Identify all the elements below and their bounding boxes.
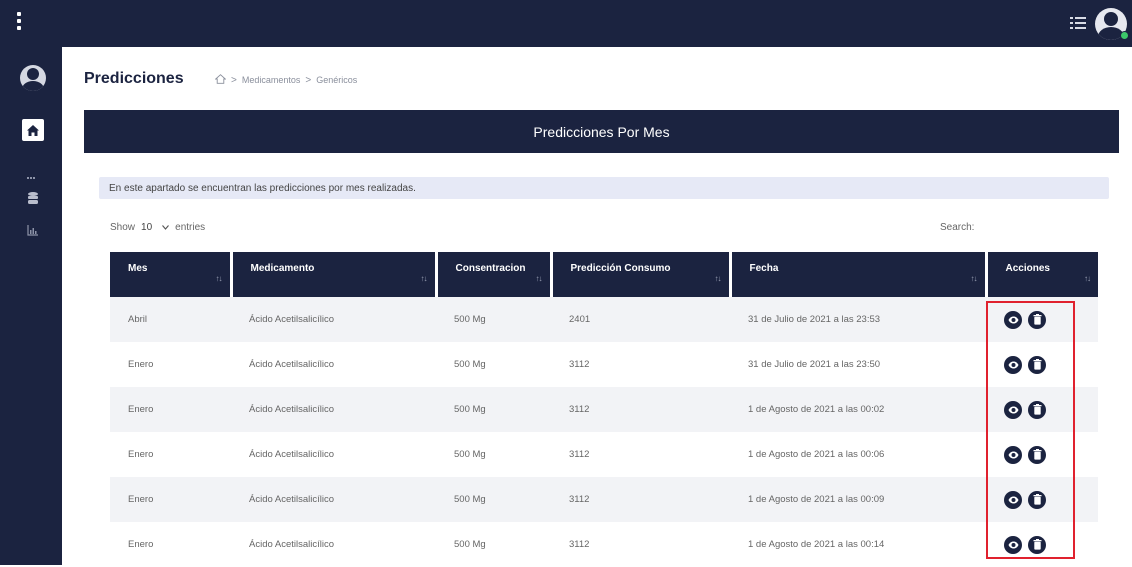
cell-medicamento: Ácido Acetilsalicílico — [231, 477, 436, 522]
sort-icon: ↑↓ — [714, 274, 722, 283]
column-header-label: Fecha — [749, 263, 779, 274]
cell-prediccion: 3112 — [551, 522, 730, 567]
column-header-label: Consentracion — [455, 263, 526, 274]
sort-icon: ↑↓ — [535, 274, 543, 283]
cell-concentracion: 500 Mg — [436, 522, 551, 567]
column-header-acciones[interactable]: Acciones ↑↓ — [986, 252, 1098, 297]
cell-prediccion: 3112 — [551, 342, 730, 387]
cell-mes: Enero — [110, 342, 231, 387]
info-message: En este apartado se encuentran las predi… — [99, 177, 1109, 199]
cell-concentracion: 500 Mg — [436, 297, 551, 342]
column-header-label: Predicción Consumo — [570, 263, 671, 274]
cell-concentracion: 500 Mg — [436, 387, 551, 432]
cell-fecha: 1 de Agosto de 2021 a las 00:06 — [730, 432, 986, 477]
table-row: Abril Ácido Acetilsalicílico 500 Mg 2401 31 … — [110, 297, 1098, 342]
breadcrumb-item-genericos[interactable]: Genéricos — [316, 75, 357, 85]
breadcrumb-separator: > — [231, 74, 237, 86]
cell-prediccion: 3112 — [551, 477, 730, 522]
home-outline-icon[interactable] — [214, 74, 227, 86]
column-header-mes[interactable]: Mes ↑↓ — [110, 252, 233, 297]
cell-medicamento: Ácido Acetilsalicílico — [231, 387, 436, 432]
table-row: Enero Ácido Acetilsalicílico 500 Mg 3112 1 d… — [110, 522, 1098, 567]
top-navbar — [0, 0, 1132, 47]
entries-select-value: 10 — [141, 222, 153, 233]
column-header-label: Mes — [128, 263, 148, 274]
cell-mes: Abril — [110, 297, 231, 342]
cell-medicamento: Ácido Acetilsalicílico — [231, 522, 436, 567]
search-label: Search: — [940, 222, 975, 233]
cell-fecha: 1 de Agosto de 2021 a las 00:02 — [730, 387, 986, 432]
cell-medicamento: Ácido Acetilsalicílico — [231, 432, 436, 477]
predictions-table: Mes ↑↓ Medicamento ↑↓ Consentracion ↑↓ Pred… — [110, 252, 1098, 567]
chevron-down-icon — [162, 225, 170, 230]
info-message-text: En este apartado se encuentran las predi… — [109, 182, 416, 194]
bar-chart-icon[interactable] — [27, 223, 39, 236]
cell-medicamento: Ácido Acetilsalicílico — [231, 297, 436, 342]
table-row: Enero Ácido Acetilsalicílico 500 Mg 3112 1 d… — [110, 432, 1098, 477]
sidebar — [0, 47, 62, 565]
actions-highlight-box — [986, 301, 1075, 559]
table-header-row: Mes ↑↓ Medicamento ↑↓ Consentracion ↑↓ Pred… — [110, 252, 1098, 297]
database-icon[interactable] — [27, 192, 39, 205]
sidebar-divider-dots — [27, 166, 37, 179]
cell-fecha: 1 de Agosto de 2021 a las 00:14 — [730, 522, 986, 567]
cell-mes: Enero — [110, 477, 231, 522]
table-row: Enero Ácido Acetilsalicílico 500 Mg 3112 1 d… — [110, 477, 1098, 522]
column-header-prediccion-consumo[interactable]: Predicción Consumo ↑↓ — [551, 252, 732, 297]
entries-label: entries — [175, 222, 206, 233]
page-title: Predicciones — [84, 70, 184, 87]
cell-prediccion: 3112 — [551, 387, 730, 432]
sort-icon: ↑↓ — [215, 274, 223, 283]
panel-header: Predicciones Por Mes — [84, 110, 1119, 153]
show-entries: Show 10 entries — [110, 222, 205, 233]
sidebar-avatar[interactable] — [20, 65, 46, 91]
online-status-dot — [1120, 31, 1129, 40]
table-row: Enero Ácido Acetilsalicílico 500 Mg 3112 1 d… — [110, 387, 1098, 432]
column-header-label: Medicamento — [250, 263, 315, 274]
cell-fecha: 31 de Julio de 2021 a las 23:53 — [730, 297, 986, 342]
panel-header-title: Predicciones Por Mes — [533, 123, 670, 140]
cell-concentracion: 500 Mg — [436, 432, 551, 477]
kebab-menu-icon[interactable] — [8, 10, 30, 32]
cell-mes: Enero — [110, 387, 231, 432]
cell-fecha: 1 de Agosto de 2021 a las 00:09 — [730, 477, 986, 522]
cell-mes: Enero — [110, 432, 231, 477]
cell-prediccion: 2401 — [551, 297, 730, 342]
show-label: Show — [110, 222, 136, 233]
cell-mes: Enero — [110, 522, 231, 567]
column-header-fecha[interactable]: Fecha ↑↓ — [730, 252, 988, 297]
cell-medicamento: Ácido Acetilsalicílico — [231, 342, 436, 387]
column-header-concentracion[interactable]: Consentracion ↑↓ — [436, 252, 553, 297]
entries-select[interactable]: 10 — [141, 222, 170, 233]
breadcrumb: > Medicamentos > Genéricos — [214, 74, 357, 86]
cell-concentracion: 500 Mg — [436, 342, 551, 387]
list-icon[interactable] — [1070, 16, 1086, 30]
sort-icon: ↑↓ — [1084, 274, 1091, 283]
breadcrumb-separator: > — [305, 74, 312, 86]
cell-fecha: 31 de Julio de 2021 a las 23:50 — [730, 342, 986, 387]
sort-icon: ↑↓ — [420, 274, 428, 283]
cell-prediccion: 3112 — [551, 432, 730, 477]
sort-icon: ↑↓ — [970, 274, 978, 283]
column-header-medicamento[interactable]: Medicamento ↑↓ — [231, 252, 438, 297]
cell-concentracion: 500 Mg — [436, 477, 551, 522]
breadcrumb-item-medicamentos[interactable]: Medicamentos — [242, 75, 301, 85]
table-row: Enero Ácido Acetilsalicílico 500 Mg 3112 31 … — [110, 342, 1098, 387]
home-icon[interactable] — [22, 119, 44, 141]
column-header-label: Acciones — [1005, 263, 1050, 274]
